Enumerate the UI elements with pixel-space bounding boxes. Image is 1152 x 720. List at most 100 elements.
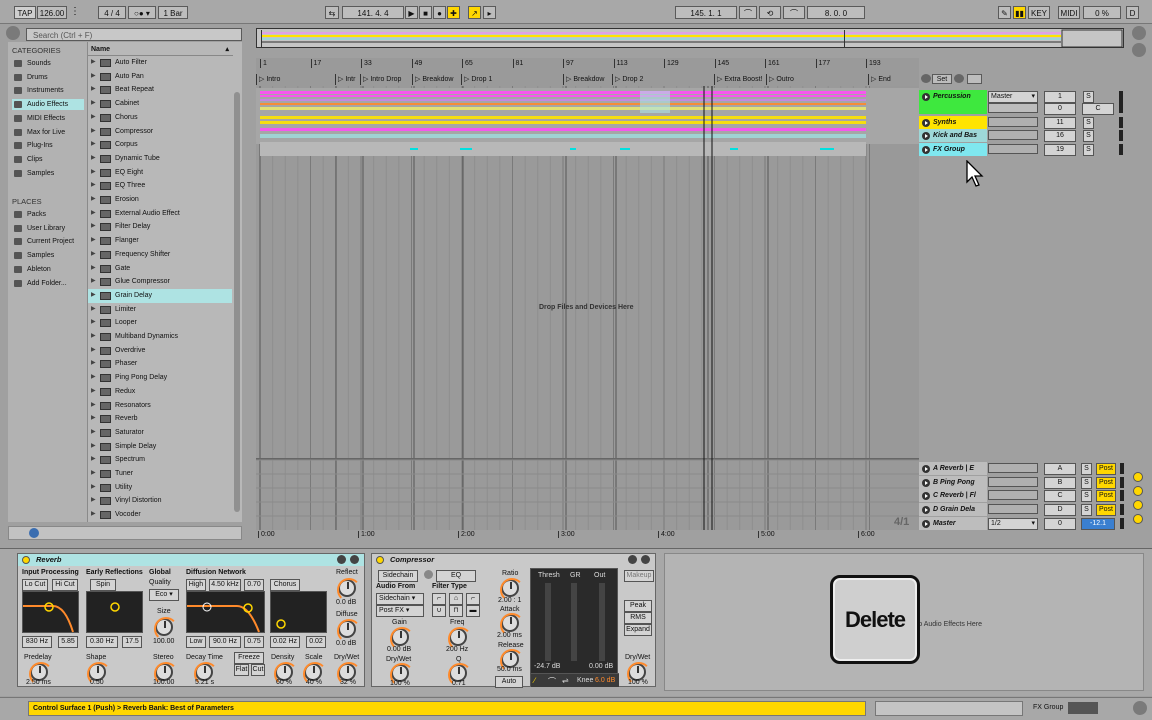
search-input[interactable]: Search (Ctrl + F): [26, 28, 242, 41]
browser-item[interactable]: ▶ Tuner: [88, 467, 232, 481]
browser-item[interactable]: ▶ Gate: [88, 262, 232, 276]
track-play-icon[interactable]: [922, 506, 930, 515]
solo-button[interactable]: S: [1081, 504, 1092, 517]
browser-item[interactable]: ▶ Phaser: [88, 357, 232, 371]
lock-icon[interactable]: [967, 74, 982, 84]
track-header[interactable]: Kick and Bas 16 S: [919, 129, 1124, 142]
browser-item[interactable]: ▶ Limiter: [88, 303, 232, 317]
browser-item[interactable]: ▶ Corpus: [88, 138, 232, 152]
browser-item[interactable]: ▶ Grain Delay: [88, 288, 232, 303]
stop-icon[interactable]: ■: [419, 6, 432, 19]
er-amount-field[interactable]: 0.30 Hz: [86, 636, 118, 648]
return-track-header[interactable]: A Reverb | E A S Post: [919, 462, 1124, 475]
category-samples[interactable]: Samples: [12, 168, 84, 179]
loop-icon[interactable]: ⟲: [759, 6, 781, 19]
browser-item[interactable]: ▶ Overdrive: [88, 344, 232, 358]
metronome-icon[interactable]: ○● ▾: [128, 6, 156, 19]
expand-arrow-icon[interactable]: ▶: [91, 440, 96, 453]
sidechain-eq-button[interactable]: EQ: [436, 570, 476, 582]
reverb-device[interactable]: Reverb Input Processing Lo Cut Hi Cut 83…: [17, 553, 365, 687]
browser-item[interactable]: ▶ Chorus: [88, 111, 232, 125]
next-locator-icon[interactable]: [954, 74, 964, 83]
low-freq-field[interactable]: 90.0 Hz: [209, 636, 241, 648]
track-name[interactable]: FX Group: [919, 143, 987, 156]
locator[interactable]: ▷ Drop 2: [612, 74, 643, 85]
freeze-button[interactable]: Freeze: [234, 652, 264, 664]
place-add-folder-[interactable]: Add Folder...: [12, 278, 84, 289]
expand-arrow-icon[interactable]: ▶: [91, 330, 96, 343]
track-header[interactable]: Percussion Master ▾ 1 S 0 C: [919, 90, 1124, 115]
diffusion-display[interactable]: [186, 591, 265, 633]
place-samples[interactable]: Samples: [12, 250, 84, 261]
lookahead-icon[interactable]: ⇌: [562, 676, 569, 685]
return-d-icon[interactable]: [1133, 514, 1143, 524]
track-play-icon[interactable]: [922, 520, 930, 528]
return-activator-button[interactable]: B: [1044, 476, 1076, 489]
track-activator-button[interactable]: 16: [1044, 130, 1076, 142]
browser-item[interactable]: ▶ Flanger: [88, 234, 232, 248]
high-button[interactable]: High: [186, 579, 206, 591]
expand-arrow-icon[interactable]: ▶: [91, 56, 96, 69]
automation-arm-icon[interactable]: ↗: [468, 6, 481, 19]
solo-button[interactable]: S: [1083, 130, 1094, 142]
expand-arrow-icon[interactable]: ▶: [91, 412, 96, 425]
prev-locator-icon[interactable]: [921, 74, 931, 83]
compressor-title-bar[interactable]: Compressor: [372, 554, 655, 566]
track-header[interactable]: Synths 11 S: [919, 116, 1124, 129]
input-freq-field[interactable]: 830 Hz: [22, 636, 52, 648]
category-max-for-live[interactable]: Max for Live: [12, 127, 84, 138]
browser-item[interactable]: ▶ Multiband Dynamics: [88, 330, 232, 344]
category-sounds[interactable]: Sounds: [12, 58, 84, 69]
browser-item[interactable]: ▶ Reverb: [88, 412, 232, 426]
browser-item[interactable]: ▶ Vinyl Distortion: [88, 494, 232, 508]
tempo-field[interactable]: 126.00: [37, 6, 67, 19]
audio-from-menu[interactable]: Sidechain ▾: [376, 593, 424, 605]
solo-button[interactable]: S: [1083, 91, 1094, 103]
track-name[interactable]: Percussion: [919, 90, 987, 114]
input-filter-display[interactable]: [22, 591, 79, 633]
auto-release-button[interactable]: Auto: [495, 676, 523, 688]
locator[interactable]: ▷ Breakdow: [563, 74, 604, 85]
hi-cut-button[interactable]: Hi Cut: [52, 579, 78, 591]
expand-arrow-icon[interactable]: ▶: [91, 275, 96, 288]
expand-arrow-icon[interactable]: ▶: [91, 399, 96, 412]
expand-arrow-icon[interactable]: ▶: [91, 70, 96, 83]
env-log-icon[interactable]: ⌒: [548, 676, 556, 687]
expand-arrow-icon[interactable]: ▶: [91, 357, 96, 370]
expand-arrow-icon[interactable]: ▶: [91, 138, 96, 151]
return-b-icon[interactable]: [1133, 486, 1143, 496]
browser-item[interactable]: ▶ Glue Compressor: [88, 275, 232, 289]
sidechain-button[interactable]: Sidechain: [378, 570, 418, 582]
track-name[interactable]: Kick and Bas: [919, 129, 987, 142]
expand-arrow-icon[interactable]: ▶: [91, 344, 96, 357]
spin-display[interactable]: [86, 591, 143, 633]
back-to-arrangement-icon[interactable]: ▸: [483, 6, 496, 19]
rms-button[interactable]: RMS: [624, 612, 652, 624]
locator[interactable]: ▷ Extra Boost!: [714, 74, 762, 85]
expand-arrow-icon[interactable]: ▶: [91, 467, 96, 480]
master-level-field[interactable]: -12.1: [1081, 518, 1115, 530]
preview-icon[interactable]: [29, 528, 39, 538]
device-menu-icon[interactable]: [641, 555, 650, 564]
return-activator-button[interactable]: D: [1044, 504, 1076, 517]
cut-button[interactable]: Cut: [251, 664, 265, 676]
solo-button[interactable]: S: [1083, 144, 1094, 156]
browser-item[interactable]: ▶ Cabinet: [88, 97, 232, 111]
expand-arrow-icon[interactable]: ▶: [91, 262, 96, 275]
tap-button[interactable]: TAP: [14, 6, 36, 19]
return-track-name[interactable]: B Ping Pong: [919, 475, 987, 489]
post-button[interactable]: Post: [1096, 463, 1116, 475]
size-knob[interactable]: [154, 617, 178, 641]
browser-item[interactable]: ▶ Saturator: [88, 426, 232, 440]
browser-item[interactable]: ▶ Resonators: [88, 399, 232, 413]
track-name[interactable]: Synths: [919, 116, 987, 129]
category-plug-ins[interactable]: Plug-Ins: [12, 140, 84, 151]
filter-lp-icon[interactable]: ⌐: [432, 593, 446, 605]
track-sub-routing[interactable]: [988, 103, 1038, 113]
chorus-amount-field[interactable]: 0.02: [306, 636, 326, 648]
return-track-header[interactable]: B Ping Pong B S Post: [919, 475, 1124, 489]
category-audio-effects[interactable]: Audio Effects: [12, 99, 84, 111]
return-activator-button[interactable]: A: [1044, 463, 1076, 475]
loop-length[interactable]: 8. 0. 0: [807, 6, 865, 19]
browser-item[interactable]: ▶ EQ Eight: [88, 166, 232, 180]
